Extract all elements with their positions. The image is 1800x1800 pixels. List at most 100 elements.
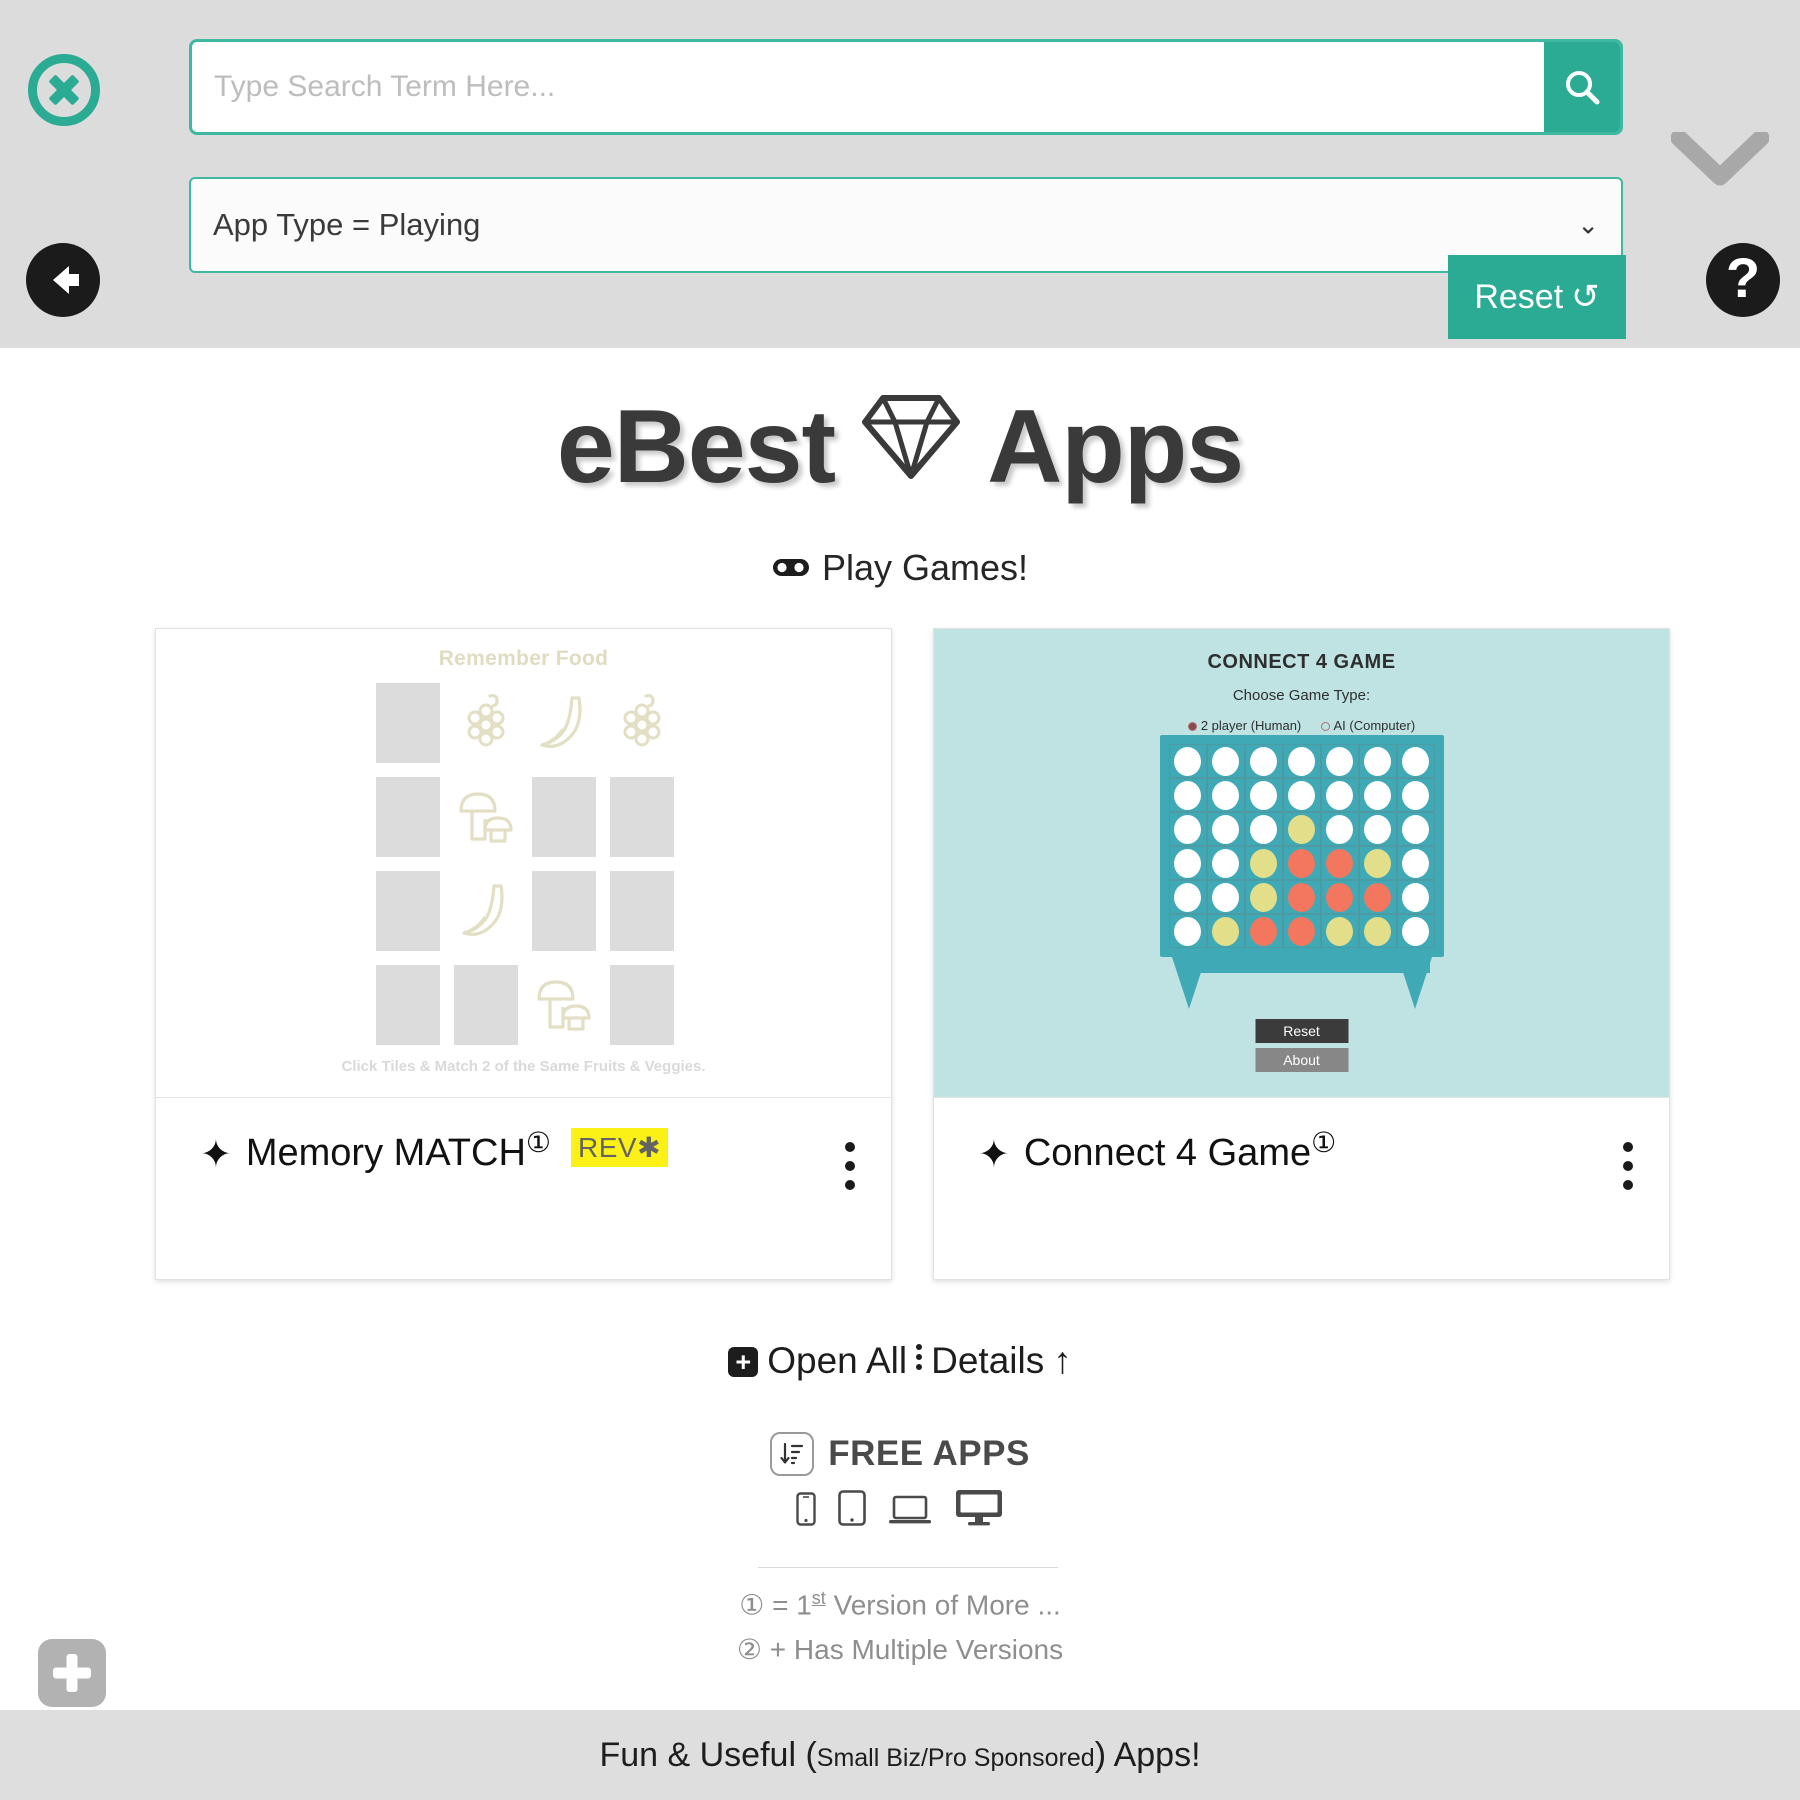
connect4-slot-r2-c0[interactable]: [1168, 812, 1207, 846]
radio-ai-icon[interactable]: [1320, 722, 1330, 731]
connect4-slot-r1-c2[interactable]: [1244, 778, 1283, 812]
memory-tile-hidden[interactable]: [609, 777, 674, 857]
mobile-icon[interactable]: [796, 1492, 816, 1531]
connect4-slot-r0-c5[interactable]: [1358, 744, 1397, 778]
connect4-slot-r2-c6[interactable]: [1396, 812, 1435, 846]
connect4-slot-r3-c6[interactable]: [1396, 846, 1435, 880]
connect4-slot-r3-c3[interactable]: [1282, 846, 1321, 880]
memory-tile-hidden[interactable]: [375, 965, 440, 1045]
memory-tile-mushroom[interactable]: [454, 777, 518, 857]
connect4-slot-r3-c0[interactable]: [1168, 846, 1207, 880]
connect4-slot-r2-c2[interactable]: [1244, 812, 1283, 846]
sort-descending-icon[interactable]: [770, 1432, 815, 1476]
connect4-slot-r5-c4[interactable]: [1320, 914, 1359, 948]
help-question-icon[interactable]: ?: [1706, 243, 1780, 317]
connect4-slot-r2-c1[interactable]: [1206, 812, 1245, 846]
tablet-icon[interactable]: [838, 1490, 866, 1531]
brand-text-before: eBest: [556, 389, 836, 505]
connect4-disc-red: [1250, 916, 1277, 946]
connect4-slot-r0-c1[interactable]: [1206, 744, 1245, 778]
memory-tile-mushroom[interactable]: [532, 965, 596, 1045]
connect4-slot-r0-c2[interactable]: [1244, 744, 1283, 778]
back-arrow-icon[interactable]: [26, 243, 100, 317]
connect4-slot-r1-c3[interactable]: [1282, 778, 1321, 812]
connect4-disc-empty: [1174, 780, 1201, 810]
connect4-board-wrapper: [1159, 735, 1444, 1015]
kebab-menu-icon[interactable]: [1623, 1142, 1633, 1199]
search-button[interactable]: [1544, 42, 1620, 132]
memory-tile-banana[interactable]: [532, 683, 596, 763]
up-arrow-icon[interactable]: ↑: [1053, 1340, 1072, 1382]
connect4-disc-empty: [1402, 780, 1429, 810]
reset-button[interactable]: Reset ↺: [1448, 255, 1626, 339]
connect4-slot-r2-c4[interactable]: [1320, 812, 1359, 846]
connect4-slot-r5-c2[interactable]: [1244, 914, 1283, 948]
connect4-about-button[interactable]: About: [1255, 1048, 1348, 1072]
device-icon-row: [0, 1488, 1800, 1531]
connect4-disc-empty: [1174, 814, 1201, 844]
memory-tile-grapes[interactable]: [610, 683, 674, 763]
memory-tile-hidden[interactable]: [609, 871, 674, 951]
memory-tile-banana[interactable]: [454, 871, 518, 951]
connect4-board: [1159, 735, 1444, 957]
free-apps-section: FREE APPS: [0, 1432, 1800, 1531]
connect4-reset-button[interactable]: Reset: [1255, 1019, 1348, 1043]
details-link[interactable]: Details: [931, 1340, 1044, 1382]
app-card-connect-4[interactable]: CONNECT 4 GAME Choose Game Type: 2 playe…: [933, 628, 1670, 1280]
memory-tile-hidden[interactable]: [609, 965, 674, 1045]
memory-tile-hidden[interactable]: [531, 777, 596, 857]
connect4-slot-r0-c3[interactable]: [1282, 744, 1321, 778]
connect4-slot-r1-c6[interactable]: [1396, 778, 1435, 812]
memory-tile-grapes[interactable]: [454, 683, 518, 763]
add-button[interactable]: [38, 1639, 106, 1707]
connect4-slot-r3-c5[interactable]: [1358, 846, 1397, 880]
search-input[interactable]: [192, 42, 1544, 132]
connect4-slot-r5-c3[interactable]: [1282, 914, 1321, 948]
connect4-slot-r5-c0[interactable]: [1168, 914, 1207, 948]
desktop-icon[interactable]: [954, 1488, 1004, 1531]
square-plus-icon[interactable]: +: [728, 1347, 759, 1377]
connect4-slot-r4-c4[interactable]: [1320, 880, 1359, 914]
connect4-preview-subtitle: Choose Game Type:: [1232, 687, 1371, 704]
legend-text-1: = 1: [772, 1589, 812, 1621]
connect4-slot-r1-c0[interactable]: [1168, 778, 1207, 812]
connect4-slot-r0-c4[interactable]: [1320, 744, 1359, 778]
connect4-preview-title: CONNECT 4 GAME: [1207, 651, 1396, 673]
connect4-slot-r4-c3[interactable]: [1282, 880, 1321, 914]
connect4-slot-r4-c2[interactable]: [1244, 880, 1283, 914]
connect4-slot-r4-c1[interactable]: [1206, 880, 1245, 914]
laptop-icon[interactable]: [888, 1494, 932, 1531]
connect4-slot-r4-c5[interactable]: [1358, 880, 1397, 914]
connect4-slot-r2-c3[interactable]: [1282, 812, 1321, 846]
memory-tile-hidden[interactable]: [375, 683, 440, 763]
connect4-slot-r5-c1[interactable]: [1206, 914, 1245, 948]
open-all-link[interactable]: Open All: [767, 1340, 907, 1382]
connect4-slot-r4-c0[interactable]: [1168, 880, 1207, 914]
memory-tile-hidden[interactable]: [531, 871, 596, 951]
connect4-slot-r5-c5[interactable]: [1358, 914, 1397, 948]
memory-tile-hidden[interactable]: [375, 777, 440, 857]
connect4-slot-r1-c1[interactable]: [1206, 778, 1245, 812]
close-x-circle-icon[interactable]: [28, 54, 100, 126]
memory-tile-hidden[interactable]: [375, 871, 440, 951]
connect4-slot-r0-c0[interactable]: [1168, 744, 1207, 778]
app-card-memory-match[interactable]: Remember Food Click Tiles & Match 2 of t…: [155, 628, 892, 1280]
app-preview-connect-4[interactable]: CONNECT 4 GAME Choose Game Type: 2 playe…: [934, 629, 1669, 1097]
connect4-slot-r3-c4[interactable]: [1320, 846, 1359, 880]
app-preview-memory-match[interactable]: Remember Food Click Tiles & Match 2 of t…: [156, 629, 891, 1097]
connect4-disc-empty: [1174, 746, 1201, 776]
connect4-slot-r3-c2[interactable]: [1244, 846, 1283, 880]
connect4-slot-r3-c1[interactable]: [1206, 846, 1245, 880]
connect4-slot-r2-c5[interactable]: [1358, 812, 1397, 846]
connect4-slot-r5-c6[interactable]: [1396, 914, 1435, 948]
connect4-slot-r1-c4[interactable]: [1320, 778, 1359, 812]
memory-tile-hidden[interactable]: [453, 965, 518, 1045]
connect4-slot-r0-c6[interactable]: [1396, 744, 1435, 778]
connect4-slot-r4-c6[interactable]: [1396, 880, 1435, 914]
radio-2player-icon[interactable]: [1187, 722, 1197, 731]
kebab-menu-icon[interactable]: [845, 1142, 855, 1199]
connect4-slot-r1-c5[interactable]: [1358, 778, 1397, 812]
app-type-select[interactable]: App Type = Playing ⌄: [189, 177, 1623, 273]
connect4-disc-empty: [1402, 916, 1429, 946]
connect4-disc-yellow: [1250, 882, 1277, 912]
